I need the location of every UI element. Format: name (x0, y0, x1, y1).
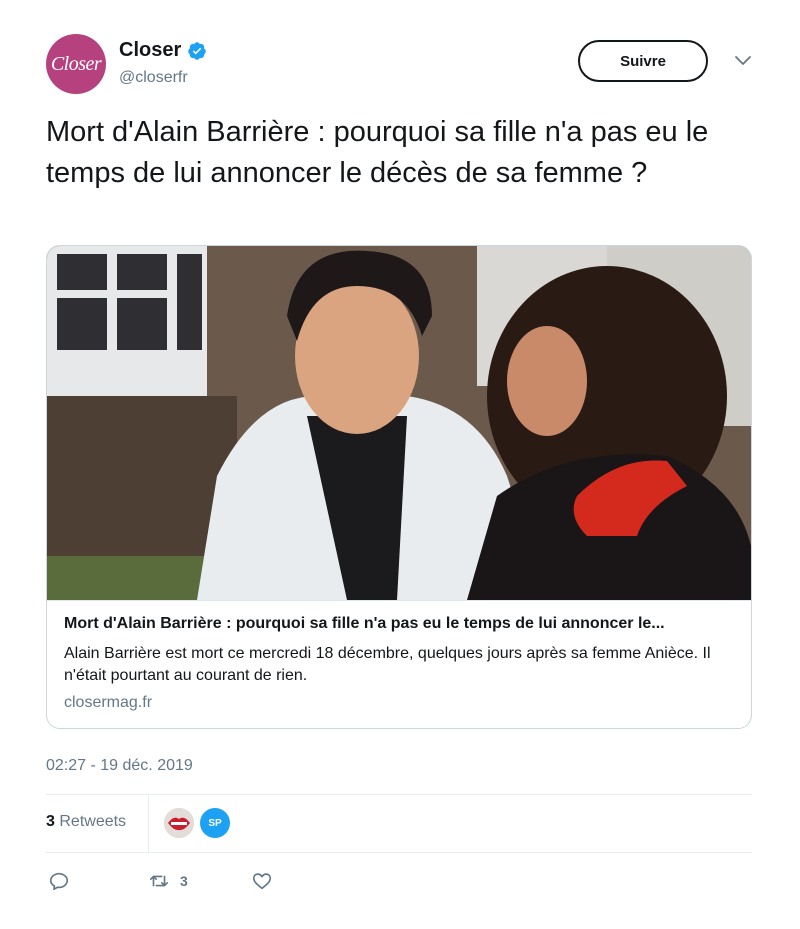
card-title[interactable]: Mort d'Alain Barrière : pourquoi sa fill… (64, 615, 736, 633)
divider (46, 794, 752, 795)
verified-badge-icon (188, 41, 206, 60)
tweet-actions: 3 (46, 866, 346, 896)
retweeter-avatar[interactable] (164, 808, 194, 838)
chevron-down-icon[interactable] (734, 54, 752, 68)
stats-separator (148, 796, 149, 852)
retweet-button[interactable]: 3 (148, 866, 188, 896)
avatar-logo-text: Closer (50, 52, 102, 75)
retweeter-avatar[interactable]: SP (200, 808, 230, 838)
follow-button[interactable]: Suivre (578, 40, 708, 82)
user-handle[interactable]: @closerfr (119, 69, 188, 87)
retweets-label: Retweets (59, 813, 127, 830)
retweet-icon (149, 875, 169, 887)
card-body[interactable]: Mort d'Alain Barrière : pourquoi sa fill… (47, 600, 751, 728)
reply-icon (49, 872, 69, 891)
tweet-timestamp[interactable]: 02:27 - 19 déc. 2019 (46, 757, 193, 775)
reply-button[interactable] (48, 866, 70, 896)
retweeter-avatar-initials: SP (208, 817, 222, 829)
divider (46, 852, 752, 853)
tweet-stats: 3 Retweets SP (46, 796, 752, 852)
heart-icon (252, 873, 272, 890)
card-photo[interactable] (47, 246, 751, 600)
display-name-text[interactable]: Closer (119, 39, 181, 62)
card-domain[interactable]: closermag.fr (64, 694, 152, 712)
retweet-action-count: 3 (180, 873, 188, 889)
retweets-stat[interactable]: 3 Retweets (46, 813, 126, 831)
like-button[interactable] (251, 866, 273, 896)
card-description: Alain Barrière est mort ce mercredi 18 d… (64, 645, 711, 684)
lips-avatar-image (164, 808, 194, 838)
link-card[interactable]: Mort d'Alain Barrière : pourquoi sa fill… (46, 245, 752, 729)
display-name[interactable]: Closer (119, 39, 207, 62)
card-photo-illustration (47, 246, 751, 600)
tweet-header: Closer Closer @closerfr Suivre (46, 34, 756, 98)
tweet-text: Mort d'Alain Barrière : pourquoi sa fill… (46, 116, 709, 189)
profile-avatar[interactable]: Closer (46, 34, 106, 94)
retweets-count: 3 (46, 813, 55, 830)
